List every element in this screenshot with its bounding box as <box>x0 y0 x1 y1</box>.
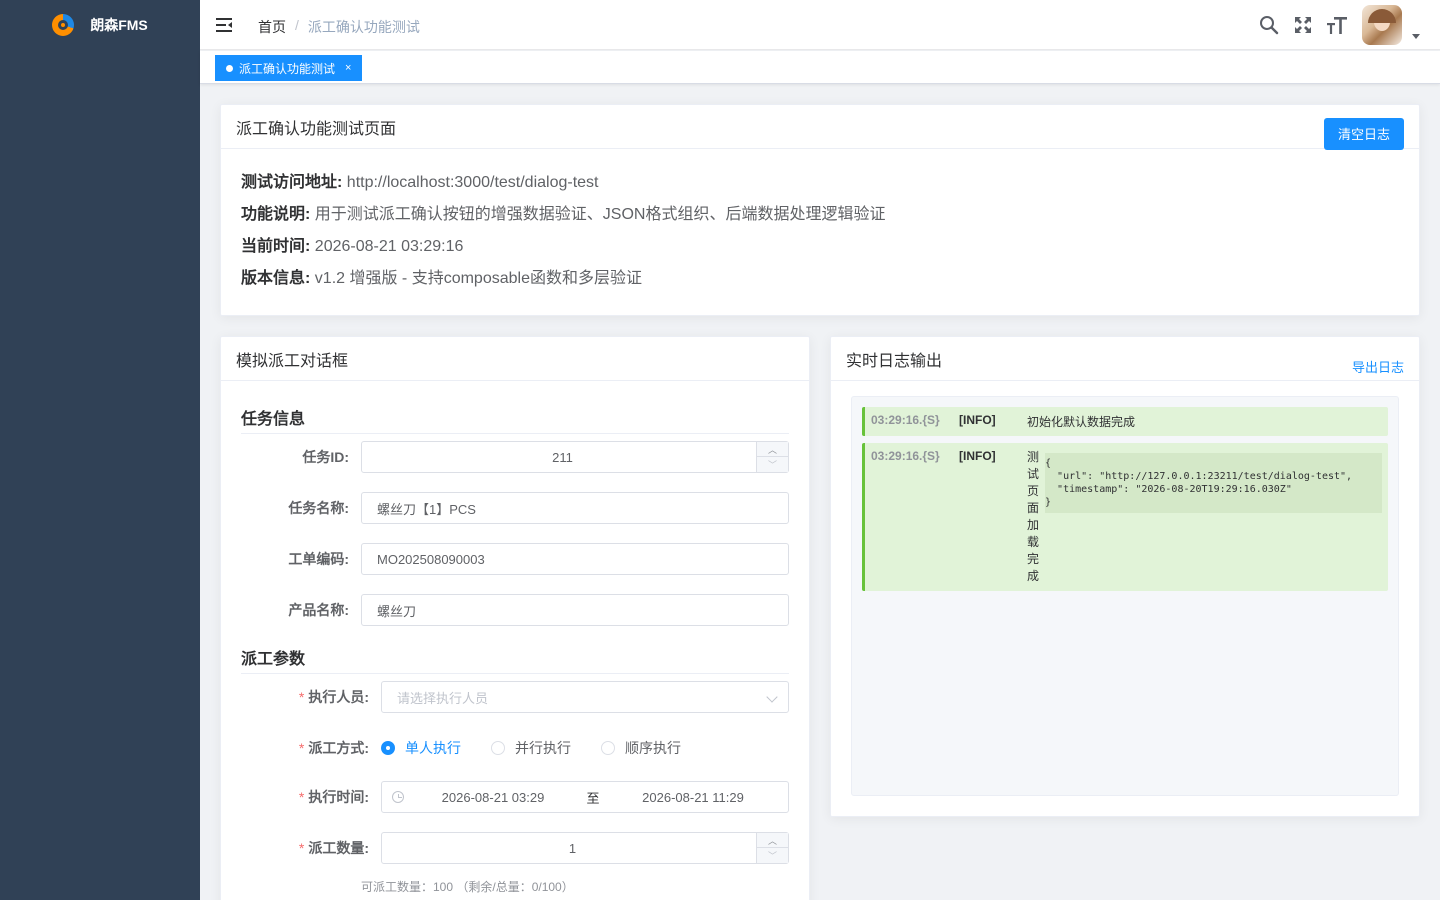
dispatch-qty-value: 1 <box>568 840 577 856</box>
radio-parallel[interactable]: 并行执行 <box>491 738 571 758</box>
breadcrumb-home[interactable]: 首页 <box>258 17 286 37</box>
font-size-icon[interactable] <box>1320 0 1354 50</box>
product-name-label: 产品名称: <box>288 602 349 618</box>
dispatch-dialog-card: 模拟派工对话框 任务信息 任务ID: 211 ︿ ﹀ 任务名称: 螺丝刀【1】P… <box>220 336 810 900</box>
exec-time-start[interactable]: 2026-08-21 03:29 <box>408 790 578 805</box>
info-card-title: 派工确认功能测试页面 <box>236 120 397 138</box>
work-order-input[interactable]: MO202508090003 <box>361 543 789 575</box>
task-id-label: 任务ID: <box>302 449 349 465</box>
logo[interactable]: 朗森FMS <box>0 0 200 50</box>
info-line-description: 功能说明: 用于测试派工确认按钮的增强数据验证、JSON格式组织、后端数据处理逻… <box>241 206 886 223</box>
app-title: 朗森FMS <box>90 17 148 33</box>
task-id-value: 211 <box>552 449 573 465</box>
radio-sequential[interactable]: 顺序执行 <box>601 738 681 758</box>
info-card-header: 派工确认功能测试页面 清空日志 <box>221 105 1419 150</box>
dispatch-qty-input[interactable]: 1 ︿ ﹀ <box>381 832 789 864</box>
dispatch-qty-hint: 可派工数量：100 （剩余/总量：0/100） <box>361 880 574 894</box>
dispatch-params-section-title: 派工参数 <box>241 645 789 674</box>
work-order-row: 工单编码: MO202508090003 <box>241 543 789 575</box>
tag-dispatch-test[interactable]: 派工确认功能测试 × <box>215 55 363 81</box>
exec-time-separator: 至 <box>586 790 600 806</box>
radio-single[interactable]: 单人执行 <box>381 738 461 758</box>
clock-icon <box>392 791 404 803</box>
log-level: [INFO] <box>959 449 996 463</box>
executor-label: * 执行人员: <box>298 689 369 705</box>
log-level: [INFO] <box>959 413 996 427</box>
logo-icon <box>52 14 75 36</box>
log-panel[interactable]: 03:29:16.{S} [INFO] 初始化默认数据完成 03:29:16.{… <box>851 396 1399 796</box>
info-line-version: 版本信息: v1.2 增强版 - 支持composable函数和多层验证 <box>241 270 642 287</box>
avatar[interactable] <box>1362 5 1402 45</box>
chevron-down-icon[interactable]: ﹀ <box>757 848 788 863</box>
executor-row: * 执行人员: 请选择执行人员 <box>241 681 789 713</box>
task-name-row: 任务名称: 螺丝刀【1】PCS <box>241 492 789 524</box>
fullscreen-icon[interactable] <box>1286 0 1320 50</box>
executor-select[interactable]: 请选择执行人员 <box>381 681 789 713</box>
task-id-row: 任务ID: 211 ︿ ﹀ <box>241 441 789 473</box>
log-entry: 03:29:16.{S} [INFO] 初始化默认数据完成 <box>862 407 1388 436</box>
chevron-down-icon[interactable]: ﹀ <box>757 457 788 472</box>
exec-time-row: * 执行时间: 2026-08-21 03:29 至 2026-08-21 11:… <box>241 781 789 813</box>
tag-label: 派工确认功能测试 <box>239 61 336 76</box>
dispatch-mode-row: * 派工方式: 单人执行 并行执行 顺序执行 <box>241 732 789 764</box>
info-card: 派工确认功能测试页面 清空日志 测试访问地址: http://localhost… <box>220 104 1420 316</box>
log-entry: 03:29:16.{S} [INFO] 测试页面加载完成 { "url": "h… <box>862 443 1388 591</box>
log-card: 实时日志输出 导出日志 03:29:16.{S} [INFO] 初始化默认数据完… <box>830 336 1420 817</box>
dispatch-qty-stepper[interactable]: ︿ ﹀ <box>756 833 788 863</box>
tags-view: 派工确认功能测试 × <box>200 51 1440 84</box>
work-order-value: MO202508090003 <box>377 551 485 567</box>
task-name-label: 任务名称: <box>288 500 349 516</box>
log-card-title: 实时日志输出 <box>846 352 943 370</box>
log-message: 测试页面加载完成 <box>1027 450 1040 583</box>
info-line-url: 测试访问地址: http://localhost:3000/test/dialo… <box>241 174 599 191</box>
product-name-value: 螺丝刀 <box>377 603 417 619</box>
dispatch-mode-label: * 派工方式: <box>298 740 369 756</box>
exec-time-end[interactable]: 2026-08-21 11:29 <box>608 790 778 805</box>
navbar: 首页 / 派工确认功能测试 <box>200 0 1440 50</box>
product-name-row: 产品名称: 螺丝刀 <box>241 594 789 626</box>
breadcrumb-current: 派工确认功能测试 <box>307 19 420 35</box>
task-name-input[interactable]: 螺丝刀【1】PCS <box>361 492 789 524</box>
task-info-section-title: 任务信息 <box>241 405 789 434</box>
log-json-payload: { "url": "http://127.0.0.1:23211/test/di… <box>1045 453 1382 513</box>
navbar-right-menu <box>1252 0 1440 50</box>
task-id-input[interactable]: 211 ︿ ﹀ <box>361 441 789 473</box>
info-line-current-time: 当前时间: 2026-08-21 03:29:16 <box>241 238 464 255</box>
clear-log-button[interactable]: 清空日志 <box>1324 117 1404 150</box>
task-name-value: 螺丝刀【1】PCS <box>377 501 476 517</box>
export-log-link[interactable]: 导出日志 <box>1352 357 1404 376</box>
close-icon[interactable]: × <box>345 62 351 74</box>
dispatch-mode-radio-group: 单人执行 并行执行 顺序执行 <box>381 738 711 758</box>
log-message: 初始化默认数据完成 <box>1027 415 1136 429</box>
exec-time-label: * 执行时间: <box>298 789 369 805</box>
info-lines: 测试访问地址: http://localhost:3000/test/dialo… <box>221 149 1419 295</box>
chevron-down-icon <box>766 691 778 703</box>
log-time: 03:29:16.{S} <box>871 449 940 463</box>
chevron-up-icon[interactable]: ︿ <box>757 833 788 848</box>
dialog-card-header: 模拟派工对话框 <box>221 337 809 381</box>
sidebar: 朗森FMS <box>0 0 200 900</box>
chevron-up-icon[interactable]: ︿ <box>757 442 788 457</box>
tag-active-dot <box>226 64 233 72</box>
breadcrumb: 首页 / 派工确认功能测试 <box>258 17 420 37</box>
breadcrumb-separator: / <box>295 17 299 33</box>
product-name-input[interactable]: 螺丝刀 <box>361 594 789 626</box>
executor-placeholder: 请选择执行人员 <box>397 690 489 706</box>
task-id-stepper[interactable]: ︿ ﹀ <box>756 442 788 472</box>
dialog-card-title: 模拟派工对话框 <box>236 352 349 370</box>
log-time: 03:29:16.{S} <box>871 413 940 427</box>
work-order-label: 工单编码: <box>288 551 349 567</box>
exec-time-range-picker[interactable]: 2026-08-21 03:29 至 2026-08-21 11:29 <box>381 781 789 813</box>
dispatch-qty-row: * 派工数量: 1 ︿ ﹀ <box>241 832 789 864</box>
dispatch-qty-label: * 派工数量: <box>298 840 369 856</box>
log-card-header: 实时日志输出 导出日志 <box>831 337 1419 381</box>
hamburger-icon[interactable] <box>216 16 234 34</box>
search-icon[interactable] <box>1252 0 1286 50</box>
chevron-down-icon[interactable] <box>1412 33 1420 39</box>
